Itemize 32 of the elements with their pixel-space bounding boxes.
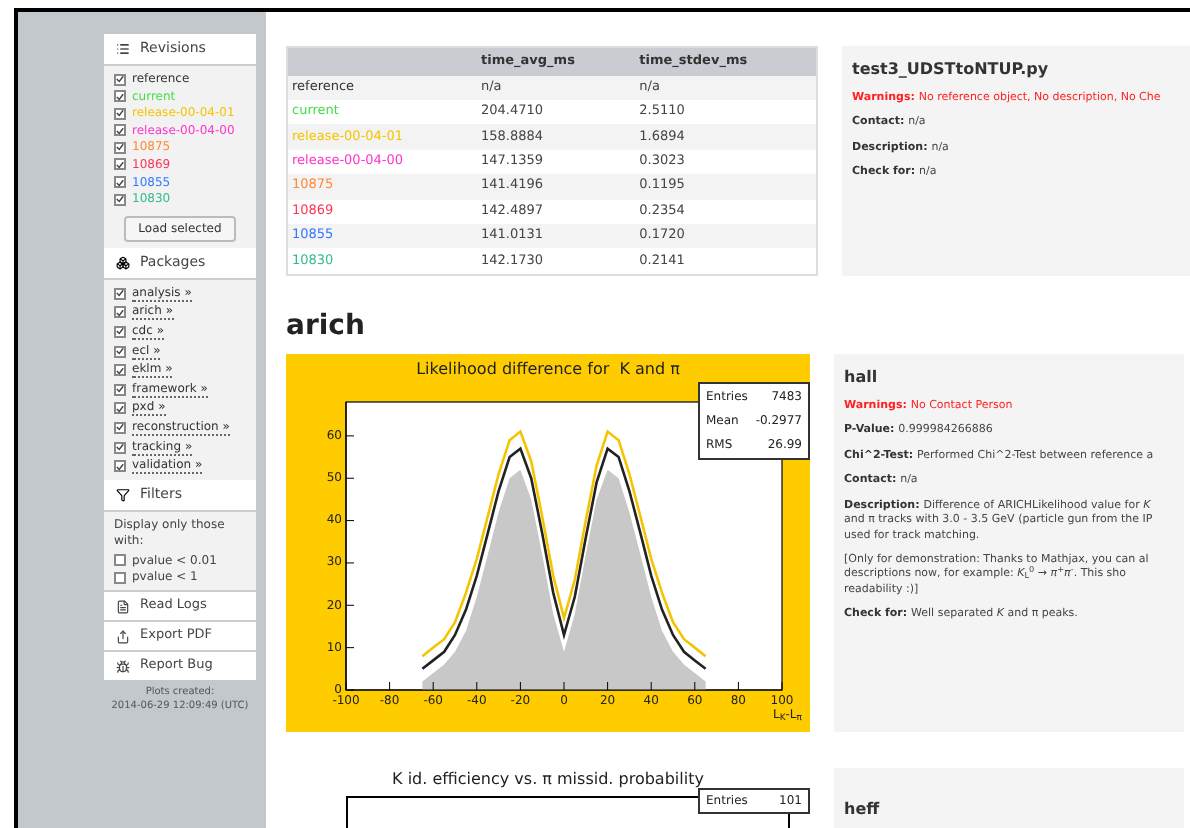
checkbox[interactable] bbox=[114, 383, 126, 396]
checkbox[interactable] bbox=[114, 287, 126, 300]
chart-title: K id. efficiency vs. π missid. probability bbox=[390, 768, 706, 792]
checkbox[interactable] bbox=[114, 141, 126, 154]
card-title: test3_UDSTtoNTUP.py bbox=[852, 58, 1051, 82]
checkbox[interactable] bbox=[114, 73, 126, 85]
checkbox[interactable] bbox=[114, 345, 126, 358]
checkbox[interactable] bbox=[114, 90, 126, 103]
checkbox[interactable] bbox=[114, 554, 126, 567]
filter-icon bbox=[116, 488, 130, 503]
checkbox[interactable] bbox=[114, 571, 126, 584]
checkbox[interactable] bbox=[114, 158, 126, 171]
checkbox[interactable] bbox=[114, 364, 126, 377]
bug-icon bbox=[116, 659, 130, 674]
checkbox[interactable] bbox=[114, 176, 126, 189]
checkbox[interactable] bbox=[114, 441, 126, 453]
checkbox[interactable] bbox=[114, 107, 126, 120]
share-icon bbox=[116, 629, 130, 644]
list-icon bbox=[116, 42, 130, 56]
card-title: heff bbox=[844, 800, 880, 818]
checkbox[interactable] bbox=[114, 421, 126, 434]
checkbox[interactable] bbox=[114, 306, 126, 319]
package-title: arich bbox=[286, 308, 367, 344]
checkbox[interactable] bbox=[114, 402, 126, 415]
checkbox[interactable] bbox=[114, 325, 126, 338]
checkbox[interactable] bbox=[114, 124, 126, 137]
cubes-icon bbox=[116, 255, 130, 270]
checkbox[interactable] bbox=[114, 460, 126, 473]
document-icon bbox=[116, 599, 130, 614]
chart-title: Likelihood difference for K and π bbox=[414, 358, 682, 382]
checkbox[interactable] bbox=[114, 193, 126, 206]
card-title: hall bbox=[844, 366, 880, 390]
